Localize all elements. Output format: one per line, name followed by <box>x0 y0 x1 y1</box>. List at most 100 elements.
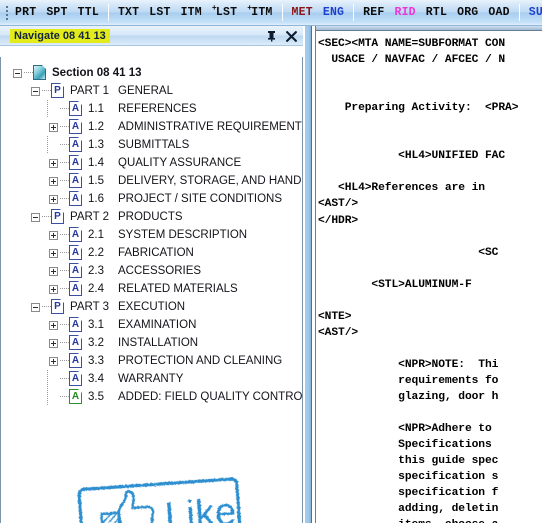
toolbar-button-itm[interactable]: ITM <box>176 5 207 21</box>
tree-expand-icon[interactable] <box>47 154 60 172</box>
article-icon: A <box>69 317 84 333</box>
source-line: <HL4>UNIFIED FAC <box>318 150 506 163</box>
tree-item[interactable]: A 2.4 RELATED MATERIALS <box>1 280 302 298</box>
tree-expand-icon[interactable] <box>47 334 60 352</box>
toolbar-drag-handle[interactable] <box>0 0 10 25</box>
part-icon: P <box>51 209 66 225</box>
auto-hide-pin-icon[interactable] <box>265 29 278 43</box>
tree-item[interactable]: A 1.5 DELIVERY, STORAGE, AND HANDLING <box>1 172 302 190</box>
tree-expand-icon[interactable] <box>47 262 60 280</box>
toolbar-button-ttl[interactable]: TTL <box>73 5 104 21</box>
tree-item[interactable]: P PART 3 EXECUTION <box>1 298 302 316</box>
tree-item[interactable]: A 1.3 SUBMITTALS <box>1 136 302 154</box>
tree-collapse-icon[interactable] <box>29 298 42 316</box>
toolbar-button-txt[interactable]: TXT <box>113 5 144 21</box>
toolbar-separator <box>353 4 355 21</box>
tree-connector <box>60 262 69 280</box>
tree-item-label: SYSTEM DESCRIPTION <box>118 229 248 241</box>
source-line <box>318 68 542 84</box>
part-icon: P <box>51 299 66 315</box>
tree-item[interactable]: A 3.2 INSTALLATION <box>1 334 302 352</box>
source-line <box>318 261 542 277</box>
tree-item[interactable]: Section 08 41 13 <box>1 64 302 82</box>
tree-collapse-icon[interactable] <box>29 82 42 100</box>
tree-item[interactable]: A 3.1 EXAMINATION <box>1 316 302 334</box>
tree-expand-icon[interactable] <box>47 226 60 244</box>
toolbar-separator <box>107 4 109 21</box>
source-line: <AST/> <box>318 198 359 211</box>
tree-expand-icon[interactable] <box>47 244 60 262</box>
navigate-panel-body: Section 08 41 13 P PART 1 GENERAL A 1.1 REFERE… <box>0 57 303 523</box>
toolbar-button-oad[interactable]: OAD <box>483 5 514 21</box>
tree-item[interactable]: A 1.1 REFERENCES <box>1 100 302 118</box>
toolbar-button-ref[interactable]: REF <box>358 5 389 21</box>
article-icon: A <box>69 137 84 153</box>
article-icon: A <box>69 155 84 171</box>
tree-guide-line <box>47 100 48 118</box>
toolbar-button-rid[interactable]: RID <box>389 5 420 21</box>
toolbar-button-eng[interactable]: ENG <box>318 5 349 21</box>
tree-connector <box>60 370 69 388</box>
article-icon: A <box>69 353 84 369</box>
tree-expand-icon[interactable] <box>47 190 60 208</box>
toolbar-group-4: REF RID RTL ORG OAD <box>358 0 515 25</box>
tree-item-label: ACCESSORIES <box>118 265 202 277</box>
source-line: this guide spec <box>318 455 499 468</box>
splitter-bar[interactable] <box>305 26 312 523</box>
tree-item-number: 1.4 <box>88 157 104 169</box>
tree-item[interactable]: A 2.3 ACCESSORIES <box>1 262 302 280</box>
tree-expand-icon[interactable] <box>47 352 60 370</box>
source-line: <SEC><MTA NAME=SUBFORMAT CON <box>318 38 506 50</box>
tree-item[interactable]: P PART 2 PRODUCTS <box>1 208 302 226</box>
tree-item[interactable]: A 2.2 FABRICATION <box>1 244 302 262</box>
tree-item[interactable]: A 1.4 QUALITY ASSURANCE <box>1 154 302 172</box>
part-icon: P <box>51 83 66 99</box>
source-line: adding, deletin <box>318 503 499 516</box>
tree-item-number: 2.3 <box>88 265 104 277</box>
tree-item[interactable]: P PART 1 GENERAL <box>1 82 302 100</box>
tree-item-number: PART 3 <box>70 301 109 313</box>
source-line: specification s <box>318 471 499 484</box>
toolbar-button-prt[interactable]: PRT <box>10 5 41 21</box>
toolbar-button-rtl[interactable]: RTL <box>421 5 452 21</box>
tree-item-number: PART 2 <box>70 211 109 223</box>
article-icon: A <box>69 101 84 117</box>
toolbar-button-org[interactable]: ORG <box>452 5 483 21</box>
tree-item-label: EXECUTION <box>118 301 186 313</box>
tree-item[interactable]: A 3.3 PROTECTION AND CLEANING <box>1 352 302 370</box>
tree-connector <box>42 82 51 100</box>
tree-connector <box>60 352 69 370</box>
toolbar-button-spt[interactable]: SPT <box>41 5 72 21</box>
tree-item[interactable]: A 2.1 SYSTEM DESCRIPTION <box>1 226 302 244</box>
tree-item-number: PART 1 <box>70 85 109 97</box>
tree-expand-icon[interactable] <box>47 316 60 334</box>
source-line: requirements fo <box>318 374 499 387</box>
tree-item-label: GENERAL <box>118 85 173 97</box>
toolbar-button-lst[interactable]: LST <box>144 5 175 21</box>
tree-connector <box>42 298 51 316</box>
tree-container[interactable]: Section 08 41 13 P PART 1 GENERAL A 1.1 REFERE… <box>0 57 302 523</box>
source-line <box>318 405 542 421</box>
navigate-panel-title: Navigate 08 41 13 <box>10 28 110 43</box>
panel-splitter[interactable] <box>303 26 315 523</box>
toolbar-button-itm-plus[interactable]: +ITM <box>242 4 277 21</box>
tree-item[interactable]: A 1.6 PROJECT / SITE CONDITIONS <box>1 190 302 208</box>
source-editor-text[interactable]: <SEC><MTA NAME=SUBFORMAT CON USACE / NAV… <box>316 31 542 523</box>
tree-expand-icon[interactable] <box>47 118 60 136</box>
article-icon: A <box>69 263 84 279</box>
navigate-panel-header: Navigate 08 41 13 <box>0 26 303 46</box>
tree-connector <box>60 280 69 298</box>
tree-item-label: PRODUCTS <box>118 211 183 223</box>
tree-item[interactable]: A 3.4 WARRANTY <box>1 370 302 388</box>
tree-item[interactable]: A 1.2 ADMINISTRATIVE REQUIREMENTS <box>1 118 302 136</box>
tree-expand-icon[interactable] <box>47 172 60 190</box>
tree-guide-line <box>47 388 48 406</box>
close-icon[interactable] <box>285 29 298 43</box>
toolbar-button-lst-plus[interactable]: +LST <box>207 4 242 21</box>
toolbar-button-met[interactable]: MET <box>287 5 318 21</box>
toolbar-button-sub[interactable]: SUB <box>524 5 542 21</box>
tree-item[interactable]: A 3.5 ADDED: FIELD QUALITY CONTROL <box>1 388 302 406</box>
tree-expand-icon[interactable] <box>47 280 60 298</box>
tree-collapse-icon[interactable] <box>11 64 24 82</box>
tree-collapse-icon[interactable] <box>29 208 42 226</box>
